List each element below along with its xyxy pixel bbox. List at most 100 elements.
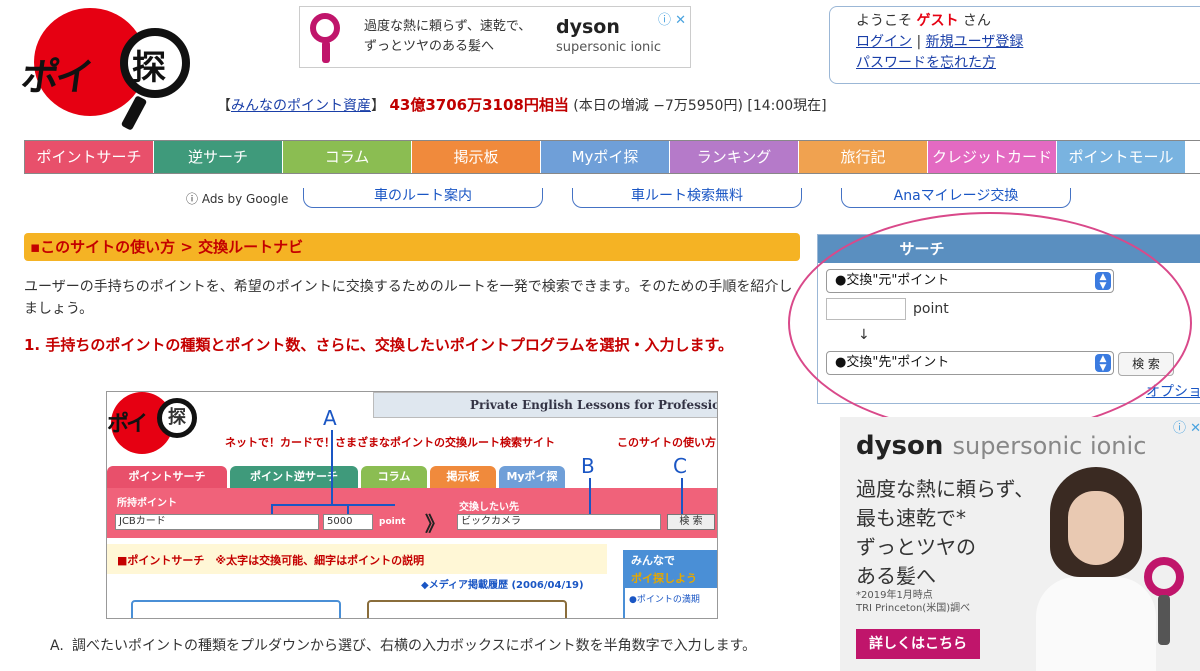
ad-brand: dyson (556, 16, 620, 38)
ad-copy-line2: ずっとツヤのある髪へ (364, 39, 495, 54)
figure-tab: ポイントサーチ (107, 466, 227, 488)
login-link[interactable]: ログイン (856, 34, 912, 50)
figure-tab: Myポイ探 (499, 466, 565, 488)
figure-tagline-2: このサイトの使い方 (617, 436, 716, 449)
hair-dryer-icon (1144, 557, 1184, 657)
figure-banner: Private English Lessons for Professional… (373, 392, 717, 418)
marker-a-line (331, 430, 333, 504)
welcome-text: ようこそ (856, 13, 912, 29)
side-ad-brand: dyson supersonic ionic (856, 431, 1146, 461)
marker-b: B (581, 454, 595, 478)
logo-kanji: 探 (132, 48, 166, 88)
assets-detail: (本日の増減 −7万5950円) [14:00現在] (573, 98, 827, 114)
nav-tab-point-search[interactable]: ポイントサーチ (25, 141, 154, 173)
register-link[interactable]: 新規ユーザ登録 (926, 34, 1024, 50)
step1-heading: 1. 手持ちのポイントの種類とポイント数、さらに、交換したいポイントプログラムを… (24, 336, 733, 354)
figure-logo-text: ポイ (107, 412, 148, 437)
figure-search-button: 検 索 (667, 514, 715, 530)
google-ad-link-2[interactable]: 車ルート検索無料 (572, 188, 802, 208)
side-ad-note-line: *2019年1月時点 (856, 590, 933, 601)
total-assets-line: 【みんなのポイント資産】 43億3706万3108円相当 (本日の増減 −7万5… (217, 94, 827, 115)
welcome-line: ようこそ ゲスト さん (856, 11, 1200, 32)
main-nav: ポイントサーチ 逆サーチ コラム 掲示板 Myポイ探 ランキング 旅行記 クレジ… (24, 140, 1200, 174)
nav-tab-credit-card[interactable]: クレジットカード (928, 141, 1057, 173)
figure-magnifier-icon: 探 (157, 398, 197, 438)
figure-card-box (367, 600, 567, 618)
figure-target-select: ビックカメラ (457, 514, 661, 530)
side-ad-cta-button[interactable]: 詳しくはこちら (856, 629, 980, 659)
ad-close-icon[interactable]: ⓘ ✕ (658, 9, 686, 28)
figure-nav: ポイントサーチ ポイント逆サーチ コラム 掲示板 Myポイ探 (107, 466, 717, 488)
side-ad-line: 過度な熱に頼らず、 (856, 477, 1035, 501)
nav-tab-forum[interactable]: 掲示板 (412, 141, 541, 173)
magnifier-icon: 探 (120, 28, 190, 98)
ad-close-icon[interactable]: ⓘ ✕ (1173, 417, 1200, 436)
forgot-password-link[interactable]: パスワードを忘れた方 (856, 55, 996, 71)
side-ad-line: 最も速乾で* (856, 506, 966, 530)
step-a-key: A. (50, 638, 64, 654)
intro-paragraph: ユーザーの手持ちのポイントを、希望のポイントに交換するためのルートを一発で検索で… (24, 279, 793, 317)
section-heading: ▪このサイトの使い方 > 交換ルートナビ (24, 233, 800, 261)
side-ad-copy: 過度な熱に頼らず、 最も速乾で* ずっとツヤの ある髪へ (856, 475, 1034, 591)
figure-points-input: 5000 (323, 514, 373, 530)
ads-by-google-label[interactable]: ⓘ Ads by Google (186, 190, 288, 207)
google-ad-link-1[interactable]: 車のルート案内 (303, 188, 543, 208)
nav-tab-reverse-search[interactable]: 逆サーチ (154, 141, 283, 173)
figure-point-unit: point (379, 517, 406, 527)
marker-a: A (323, 406, 337, 430)
tutorial-screenshot: ポイ 探 Private English Lessons for Profess… (106, 391, 718, 619)
highlight-circle (788, 212, 1192, 434)
figure-tab: コラム (361, 466, 427, 488)
figure-tab: ポイント逆サーチ (230, 466, 358, 488)
marker-a-bracket (347, 504, 349, 514)
hair-dryer-icon (310, 13, 344, 63)
side-ad-line: ずっとツヤの (856, 535, 976, 559)
ad-copy-line1: 過度な熱に頼らず、速乾で、 (364, 19, 532, 34)
figure-side-head2: ポイ探しよう (625, 570, 717, 588)
link-separator: | (916, 34, 922, 50)
marker-b-line (589, 478, 591, 514)
figure-section-title: ■ポイントサーチ ※太字は交換可能、細字はポイントの説明 (117, 554, 425, 567)
nav-tab-my[interactable]: Myポイ探 (541, 141, 670, 173)
figure-side-link: ●ポイントの満期 (629, 595, 700, 605)
nav-tab-ranking[interactable]: ランキング (670, 141, 799, 173)
assets-amount: 43億3706万3108円相当 (389, 96, 569, 114)
logo-text: ポイ (18, 55, 93, 99)
marker-a-bracket (271, 504, 395, 506)
side-ad-line: ある髪へ (856, 564, 936, 588)
model-photo (1036, 467, 1156, 671)
figure-held-select: JCBカード (115, 514, 319, 530)
side-ad-note-line: TRI Princeton(米国)調べ (856, 603, 971, 614)
figure-tab: 掲示板 (430, 466, 496, 488)
bracket-close: 】 (371, 98, 385, 114)
marker-a-bracket (271, 504, 273, 514)
marker-c-line (681, 478, 683, 514)
figure-target-label: 交換したい先 (459, 502, 519, 513)
side-ad-brand-name: dyson (856, 431, 944, 461)
guest-name: ゲスト (916, 13, 959, 29)
side-ad-brand-sub: supersonic ionic (952, 432, 1147, 460)
login-box: ようこそ ゲスト さん ログイン | 新規ユーザ登録 パスワードを忘れた方 (829, 6, 1200, 84)
step-a-text: A. 調べたいポイントの種類をプルダウンから選び、右横の入力ボックスにポイント数を… (50, 635, 810, 657)
ad-copy: 過度な熱に頼らず、速乾で、 ずっとツヤのある髪へ (364, 17, 544, 57)
figure-logo: ポイ 探 (107, 392, 197, 462)
figure-search-band (107, 488, 717, 538)
side-ad-note: *2019年1月時点 TRI Princeton(米国)調べ (856, 589, 970, 615)
site-logo[interactable]: ポイ 探 (18, 8, 190, 131)
figure-card-box (131, 600, 341, 618)
marker-c: C (673, 454, 687, 478)
step-a-body: 調べたいポイントの種類をプルダウンから選び、右横の入力ボックスにポイント数を半角… (72, 638, 757, 654)
nav-tab-travel[interactable]: 旅行記 (799, 141, 928, 173)
figure-tagline: ネットで！カードで！さまざまなポイントの交換ルート検索サイト (225, 436, 555, 449)
nav-tab-point-mall[interactable]: ポイントモール (1057, 141, 1186, 173)
top-banner-ad[interactable]: 過度な熱に頼らず、速乾で、 ずっとツヤのある髪へ dyson supersoni… (299, 6, 691, 68)
figure-side-box: みんなで ポイ探しよう ●ポイントの満期 (623, 550, 717, 618)
assets-link[interactable]: みんなのポイント資産 (231, 98, 371, 114)
google-ad-link-3[interactable]: Anaマイレージ交換 (841, 188, 1071, 208)
figure-side-head1: みんなで (625, 552, 717, 570)
bracket-open: 【 (217, 98, 231, 114)
figure-media-link: ◆メディア掲載履歴 (2006/04/19) (421, 580, 584, 591)
figure-arrow-icon: 》 (425, 512, 445, 536)
side-banner-ad[interactable]: dyson supersonic ionic 過度な熱に頼らず、 最も速乾で* … (840, 417, 1200, 671)
nav-tab-column[interactable]: コラム (283, 141, 412, 173)
